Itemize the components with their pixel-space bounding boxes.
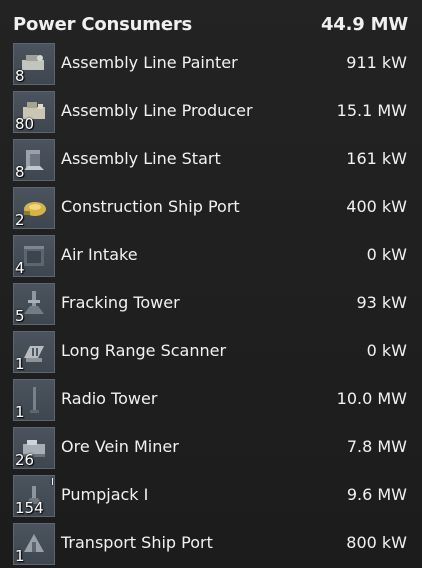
consumer-power: 800 kW	[346, 533, 407, 552]
assembly-line-painter-icon: 8	[13, 43, 55, 85]
power-consumers-panel: Power Consumers 44.9 MW 8 Assembly Line …	[0, 0, 422, 568]
building-count: 5	[15, 307, 25, 325]
consumer-power: 0 kW	[366, 245, 407, 264]
total-power: 44.9 MW	[320, 13, 408, 35]
consumer-row[interactable]: 1 Long Range Scanner 0 kW	[0, 328, 422, 376]
panel-header: Power Consumers 44.9 MW	[13, 10, 408, 38]
consumer-name: Radio Tower	[61, 389, 158, 408]
consumer-name: Assembly Line Producer	[61, 101, 253, 120]
consumer-row[interactable]: 8 Assembly Line Painter 911 kW	[0, 40, 422, 88]
assembly-line-producer-icon: 80	[13, 91, 55, 133]
consumer-row[interactable]: 80 Assembly Line Producer 15.1 MW	[0, 88, 422, 136]
consumer-row[interactable]: 5 Fracking Tower 93 kW	[0, 280, 422, 328]
consumer-name: Air Intake	[61, 245, 138, 264]
consumer-row[interactable]: 1 Transport Ship Port 800 kW	[0, 520, 422, 568]
assembly-line-start-icon: 8	[13, 139, 55, 181]
consumer-name: Fracking Tower	[61, 293, 180, 312]
consumer-list: 8 Assembly Line Painter 911 kW 80 Assemb…	[0, 40, 422, 568]
building-count: 1	[15, 547, 25, 565]
pumpjack-icon: I 154	[13, 475, 55, 517]
consumer-power: 10.0 MW	[336, 389, 407, 408]
consumer-power: 15.1 MW	[336, 101, 407, 120]
consumer-power: 161 kW	[346, 149, 407, 168]
consumer-power: 7.8 MW	[346, 437, 407, 456]
consumer-name: Construction Ship Port	[61, 197, 240, 216]
building-count: 1	[15, 403, 25, 421]
construction-ship-port-icon: 2	[13, 187, 55, 229]
consumer-row[interactable]: 8 Assembly Line Start 161 kW	[0, 136, 422, 184]
consumer-name: Assembly Line Start	[61, 149, 221, 168]
building-count: 8	[15, 163, 25, 181]
building-count: 2	[15, 211, 25, 229]
consumer-row[interactable]: I 154 Pumpjack I 9.6 MW	[0, 472, 422, 520]
selection-marker-icon: I	[51, 477, 54, 488]
building-count: 4	[15, 259, 25, 277]
building-count: 1	[15, 355, 25, 373]
building-count: 80	[15, 115, 35, 133]
radio-tower-icon: 1	[13, 379, 55, 421]
building-count: 154	[15, 499, 44, 517]
consumer-name: Assembly Line Painter	[61, 53, 238, 72]
ore-vein-miner-icon: 26	[13, 427, 55, 469]
consumer-power: 911 kW	[346, 53, 407, 72]
fracking-tower-icon: 5	[13, 283, 55, 325]
panel-title: Power Consumers	[13, 13, 193, 35]
consumer-power: 0 kW	[366, 341, 407, 360]
consumer-row[interactable]: 1 Radio Tower 10.0 MW	[0, 376, 422, 424]
air-intake-icon: 4	[13, 235, 55, 277]
consumer-power: 93 kW	[356, 293, 407, 312]
consumer-name: Long Range Scanner	[61, 341, 227, 360]
consumer-row[interactable]: 4 Air Intake 0 kW	[0, 232, 422, 280]
consumer-power: 400 kW	[346, 197, 407, 216]
transport-ship-port-icon: 1	[13, 523, 55, 565]
building-count: 8	[15, 67, 25, 85]
consumer-power: 9.6 MW	[346, 485, 407, 504]
consumer-name: Ore Vein Miner	[61, 437, 179, 456]
building-count: 26	[15, 451, 35, 469]
long-range-scanner-icon: 1	[13, 331, 55, 373]
consumer-row[interactable]: 2 Construction Ship Port 400 kW	[0, 184, 422, 232]
consumer-row[interactable]: 26 Ore Vein Miner 7.8 MW	[0, 424, 422, 472]
consumer-name: Pumpjack I	[61, 485, 149, 504]
consumer-name: Transport Ship Port	[61, 533, 213, 552]
